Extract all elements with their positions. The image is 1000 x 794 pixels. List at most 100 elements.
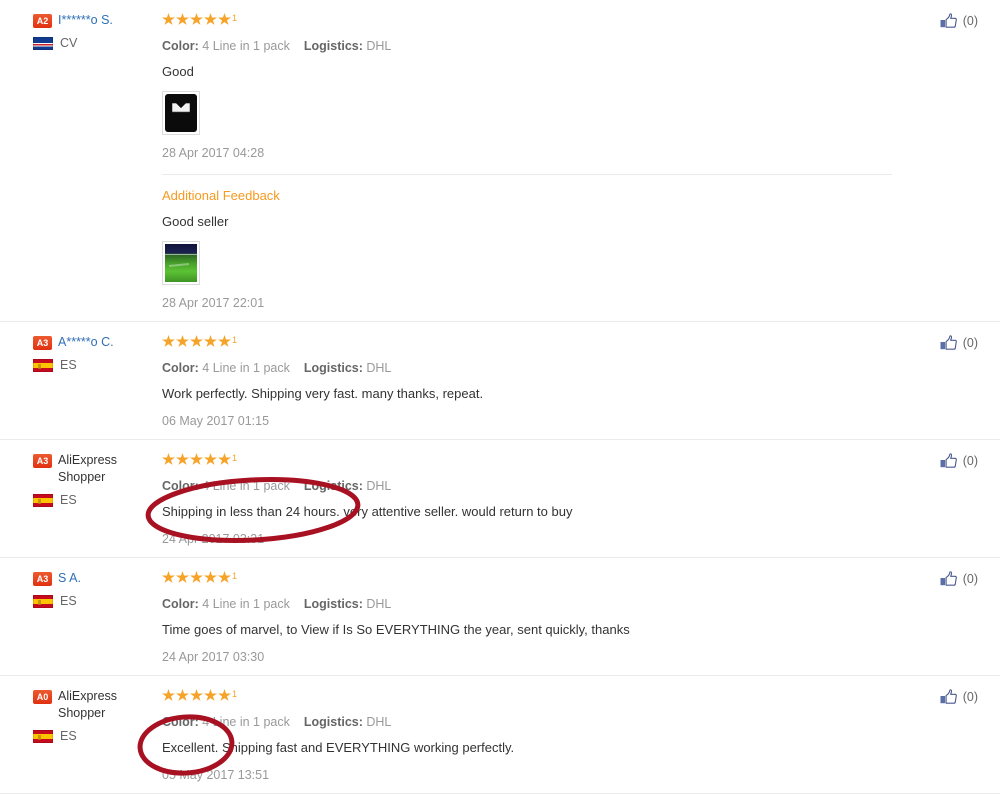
star-rating-count: 1	[232, 571, 238, 581]
review-image-wrap	[162, 91, 892, 135]
user-name[interactable]: A*****o C.	[58, 334, 114, 351]
review-helpful-column: (0)	[892, 452, 980, 469]
review-item: A3 S A. ES 1 Color: 4 Line in 1 pack Logistic…	[0, 558, 1000, 676]
color-label: Color:	[162, 39, 199, 53]
helpful-button[interactable]: (0)	[940, 13, 978, 29]
star-icon	[162, 571, 175, 583]
additional-feedback-image[interactable]	[162, 241, 200, 285]
review-image-wrap	[162, 241, 892, 285]
user-name[interactable]: S A.	[58, 570, 81, 587]
review-content-column: 1 Color: 4 Line in 1 pack Logistics: DHL Wo…	[162, 334, 892, 429]
order-attributes: Color: 4 Line in 1 pack Logistics: DHL	[162, 596, 892, 612]
helpful-count: (0)	[962, 572, 978, 586]
star-rating: 1	[162, 13, 892, 29]
review-content-column: 1 Color: 4 Line in 1 pack Logistics: DHL Ti…	[162, 570, 892, 665]
star-icon	[204, 689, 217, 701]
review-user-column: A0 AliExpress Shopper ES	[20, 688, 162, 743]
logistics-value: DHL	[362, 479, 392, 493]
star-icon	[190, 571, 203, 583]
country-flag-icon	[33, 36, 53, 50]
star-icon	[176, 13, 189, 25]
star-icon	[190, 689, 203, 701]
additional-feedback-text: Good seller	[162, 214, 229, 229]
star-icon	[218, 571, 231, 583]
helpful-button[interactable]: (0)	[940, 571, 978, 587]
review-image-content	[165, 94, 197, 132]
logistics-label: Logistics:	[303, 715, 363, 729]
star-rating: 1	[162, 689, 892, 705]
review-text: Work perfectly. Shipping very fast. many…	[162, 386, 484, 401]
user-name[interactable]: AliExpress Shopper	[58, 688, 162, 722]
review-timestamp: 24 Apr 2017 03:30	[162, 650, 265, 664]
logistics-value: DHL	[362, 39, 392, 53]
review-user-column: A3 S A. ES	[20, 570, 162, 608]
user-name[interactable]: AliExpress Shopper	[58, 452, 162, 486]
user-identity: A2 I******o S.	[33, 12, 162, 29]
order-attributes: Color: 4 Line in 1 pack Logistics: DHL	[162, 478, 892, 494]
star-rating: 1	[162, 453, 892, 469]
star-icon	[176, 335, 189, 347]
user-name[interactable]: I******o S.	[58, 12, 113, 29]
logistics-label: Logistics:	[303, 479, 363, 493]
thumbs-up-icon[interactable]	[940, 335, 957, 351]
order-attributes: Color: 4 Line in 1 pack Logistics: DHL	[162, 360, 892, 376]
star-rating-count: 1	[232, 689, 238, 699]
additional-feedback-block: Additional Feedback Good seller 28 Apr 201…	[162, 174, 892, 311]
country-code: ES	[60, 358, 77, 372]
star-icon	[176, 571, 189, 583]
logistics-value: DHL	[362, 715, 392, 729]
star-icon	[190, 13, 203, 25]
star-rating-count: 1	[232, 335, 238, 345]
star-icon	[204, 453, 217, 465]
review-image-content	[165, 244, 197, 282]
logistics-label: Logistics:	[303, 361, 363, 375]
review-helpful-column: (0)	[892, 12, 980, 29]
review-user-column: A3 AliExpress Shopper ES	[20, 452, 162, 507]
star-icon	[218, 689, 231, 701]
additional-feedback-title: Additional Feedback	[162, 188, 280, 203]
color-value: 4 Line in 1 pack	[198, 39, 290, 53]
helpful-count: (0)	[962, 336, 978, 350]
user-country: ES	[33, 594, 162, 608]
star-icon	[162, 453, 175, 465]
helpful-button[interactable]: (0)	[940, 335, 978, 351]
star-icon	[204, 335, 217, 347]
star-rating: 1	[162, 571, 892, 587]
review-text: Excellent. Shipping fast and EVERYTHING …	[162, 740, 515, 755]
user-country: CV	[33, 36, 162, 50]
star-icon	[190, 453, 203, 465]
country-code: ES	[60, 729, 77, 743]
review-text: Shipping in less than 24 hours. very att…	[162, 504, 573, 519]
star-rating: 1	[162, 335, 892, 351]
star-icon	[190, 335, 203, 347]
additional-feedback-timestamp: 28 Apr 2017 22:01	[162, 296, 265, 310]
color-value: 4 Line in 1 pack	[198, 361, 290, 375]
user-country: ES	[33, 358, 162, 372]
review-timestamp: 24 Apr 2017 03:31	[162, 532, 265, 546]
star-icon	[176, 689, 189, 701]
user-identity: A3 AliExpress Shopper	[33, 452, 162, 486]
star-icon	[204, 13, 217, 25]
star-icon	[176, 453, 189, 465]
helpful-button[interactable]: (0)	[940, 453, 978, 469]
helpful-button[interactable]: (0)	[940, 689, 978, 705]
review-image[interactable]	[162, 91, 200, 135]
thumbs-up-icon[interactable]	[940, 571, 957, 587]
helpful-count: (0)	[962, 690, 978, 704]
country-flag-icon	[33, 493, 53, 507]
user-level-badge: A3	[33, 572, 52, 586]
star-icon	[162, 13, 175, 25]
review-content-column: 1 Color: 4 Line in 1 pack Logistics: DHL Sh…	[162, 452, 892, 547]
country-flag-icon	[33, 358, 53, 372]
star-icon	[218, 335, 231, 347]
color-label: Color:	[162, 715, 199, 729]
logistics-label: Logistics:	[303, 39, 363, 53]
review-item: A3 A*****o C. ES 1 Color: 4 Line in 1 pack Lo…	[0, 322, 1000, 440]
thumbs-up-icon[interactable]	[940, 13, 957, 29]
color-value: 4 Line in 1 pack	[198, 479, 290, 493]
thumbs-up-icon[interactable]	[940, 453, 957, 469]
user-country: ES	[33, 729, 162, 743]
thumbs-up-icon[interactable]	[940, 689, 957, 705]
color-label: Color:	[162, 361, 199, 375]
user-identity: A3 S A.	[33, 570, 162, 587]
